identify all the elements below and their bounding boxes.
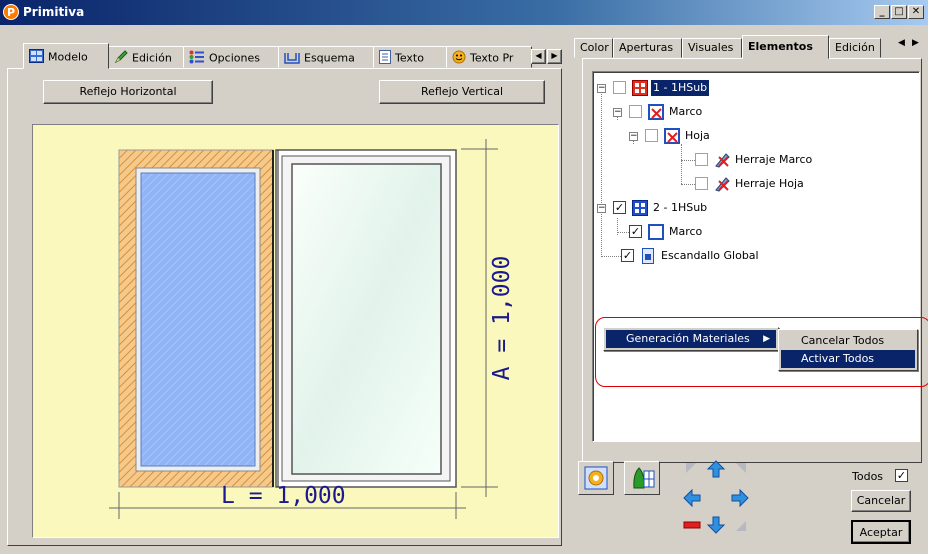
grid-icon bbox=[29, 49, 44, 66]
tree-node-checkbox[interactable] bbox=[695, 153, 708, 166]
tree-node-label: Marco bbox=[669, 105, 703, 118]
menu-item-cancelar-todos[interactable]: Cancelar Todos bbox=[781, 332, 915, 350]
tree-node-checkbox[interactable] bbox=[629, 105, 642, 118]
move-right-button[interactable] bbox=[730, 488, 750, 508]
left-frame-section bbox=[118, 149, 274, 488]
todos-label: Todos bbox=[852, 470, 884, 483]
diagonal-up-right-button[interactable] bbox=[730, 459, 750, 479]
width-label: L = 1,000 bbox=[221, 483, 346, 509]
title-bar: P Primitiva _ □ ✕ bbox=[0, 0, 928, 25]
tab-aperturas[interactable]: Aperturas bbox=[613, 38, 682, 58]
tree-node-label: Herraje Hoja bbox=[735, 177, 804, 190]
frame-icon bbox=[648, 224, 664, 240]
collapse-toggle[interactable]: − bbox=[597, 204, 606, 213]
reflejo-horizontal-button[interactable]: Reflejo Horizontal bbox=[43, 80, 213, 104]
submenu-arrow-icon: ▶ bbox=[763, 334, 770, 344]
tree-node-checkbox[interactable] bbox=[695, 177, 708, 190]
todos-checkbox[interactable]: ✓ bbox=[895, 469, 908, 482]
tab-opciones[interactable]: Opciones bbox=[183, 46, 279, 68]
height-label: A = 1,000 bbox=[489, 255, 515, 381]
tree-node-checkbox[interactable] bbox=[645, 129, 658, 142]
tab-label: Opciones bbox=[209, 51, 260, 65]
collapse-toggle[interactable]: − bbox=[597, 84, 606, 93]
tab-scroll-right-button[interactable]: ▶ bbox=[547, 49, 562, 64]
tab-label: Modelo bbox=[48, 50, 88, 64]
close-button[interactable]: ✕ bbox=[908, 5, 924, 19]
tab-elementos[interactable]: Elementos bbox=[742, 35, 829, 59]
tab-texto[interactable]: Texto bbox=[373, 46, 447, 68]
tab-label: Edición bbox=[132, 51, 172, 65]
pencil-icon bbox=[114, 50, 128, 67]
cancel-button[interactable]: Cancelar bbox=[851, 490, 911, 512]
settings-image-button[interactable] bbox=[578, 461, 614, 495]
document-icon bbox=[640, 248, 656, 264]
menu-item-generacion-materiales[interactable]: Generación Materiales ▶ bbox=[606, 330, 776, 348]
hardware-excluded-icon bbox=[714, 152, 730, 168]
tree-node-label: 2 - 1HSub bbox=[653, 201, 708, 214]
tab-scroll-left-button[interactable]: ◀ bbox=[898, 38, 905, 48]
tree-node-label: 1 - 1HSub bbox=[651, 80, 710, 96]
diagonal-up-left-button[interactable] bbox=[682, 459, 702, 479]
tab-label: Esquema bbox=[304, 51, 355, 65]
tree-node-checkbox[interactable] bbox=[613, 81, 626, 94]
tab-scroll-left-button[interactable]: ◀ bbox=[531, 49, 546, 64]
collapse-toggle[interactable]: − bbox=[629, 132, 638, 141]
tree-node-label: Herraje Marco bbox=[735, 153, 813, 166]
tab-texto-pr[interactable]: Texto Pr bbox=[446, 46, 532, 68]
frame-excluded-icon bbox=[648, 104, 664, 120]
document-icon bbox=[379, 50, 391, 67]
tab-color[interactable]: Color bbox=[574, 38, 613, 58]
tree-node-label: Marco bbox=[669, 225, 703, 238]
maximize-button[interactable]: □ bbox=[891, 5, 907, 19]
tab-esquema[interactable]: Esquema bbox=[278, 46, 374, 68]
tab-scroll-right-button[interactable]: ▶ bbox=[912, 38, 919, 48]
window-drawing-canvas[interactable]: L = 1,000 A = 1,000 bbox=[32, 124, 559, 538]
minimize-button[interactable]: _ bbox=[874, 5, 890, 19]
right-sash-section bbox=[272, 149, 457, 488]
remove-button[interactable] bbox=[682, 515, 702, 535]
context-menu: Generación Materiales ▶ bbox=[603, 327, 779, 351]
tree-node-label: Hoja bbox=[685, 129, 710, 142]
schema-icon bbox=[284, 50, 300, 67]
move-left-button[interactable] bbox=[682, 488, 702, 508]
tab-label: Texto bbox=[395, 51, 424, 65]
tab-edicion-right[interactable]: Edición bbox=[829, 38, 881, 58]
collapse-toggle[interactable]: − bbox=[613, 108, 622, 117]
tab-visuales[interactable]: Visuales bbox=[682, 38, 742, 58]
diagonal-down-right-button[interactable] bbox=[730, 515, 750, 535]
tab-edicion[interactable]: Edición bbox=[108, 46, 184, 68]
accept-button[interactable]: Aceptar bbox=[851, 520, 911, 544]
tab-label: Texto Pr bbox=[470, 51, 514, 65]
hardware-excluded-icon bbox=[714, 176, 730, 192]
tab-modelo[interactable]: Modelo bbox=[23, 43, 109, 69]
menu-item-activar-todos[interactable]: Activar Todos bbox=[781, 350, 915, 368]
move-down-button[interactable] bbox=[706, 515, 726, 535]
submenu: Cancelar Todos Activar Todos bbox=[778, 329, 918, 371]
tree-node-checkbox[interactable]: ✓ bbox=[629, 225, 642, 238]
smiley-icon bbox=[452, 50, 466, 67]
window-title: Primitiva bbox=[23, 5, 85, 19]
move-up-button[interactable] bbox=[706, 459, 726, 479]
menu-item-label: Generación Materiales bbox=[626, 332, 750, 345]
sash-excluded-icon bbox=[664, 128, 680, 144]
window-grid-icon bbox=[632, 200, 648, 216]
window-grid-icon bbox=[632, 80, 648, 96]
tree-node-checkbox[interactable]: ✓ bbox=[613, 201, 626, 214]
tree-window-button[interactable] bbox=[624, 461, 660, 495]
tree-node-label: Escandallo Global bbox=[661, 249, 759, 262]
reflejo-vertical-button[interactable]: Reflejo Vertical bbox=[379, 80, 545, 104]
tree-node-checkbox[interactable]: ✓ bbox=[621, 249, 634, 262]
list-icon bbox=[189, 50, 205, 67]
app-icon: P bbox=[3, 4, 19, 20]
